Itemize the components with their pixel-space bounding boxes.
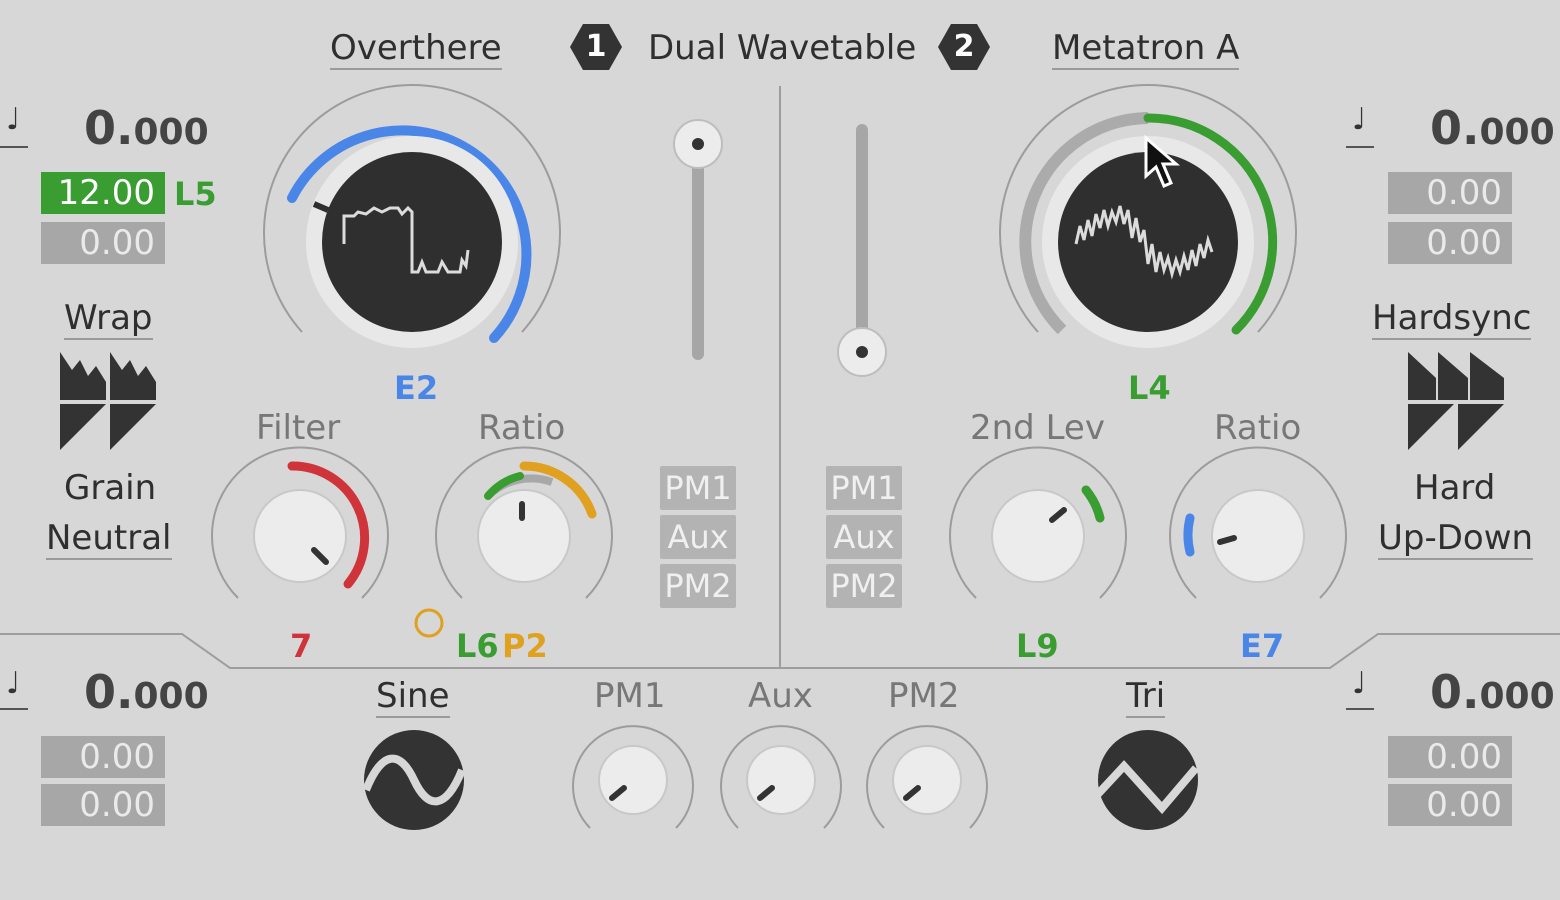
osc1-filter-mod: 7 (290, 627, 313, 665)
note-underline (0, 708, 28, 710)
osc2-value-2[interactable]: 0.00 (1388, 222, 1512, 264)
osc2-phase-offset[interactable]: 0.000 (1430, 102, 1555, 159)
osc2-2nd-lev-knob[interactable] (948, 446, 1128, 628)
osc1-ratio-mod2: P2 (502, 627, 548, 665)
tempo-sync-note-icon-right[interactable]: ♩ (1352, 102, 1366, 137)
osc1-value-1-mod: L5 (174, 175, 217, 213)
osc1-level-slider[interactable] (668, 114, 728, 364)
lfo1-value-2[interactable]: 0.00 (41, 784, 165, 826)
pm1-label: PM1 (594, 676, 666, 716)
osc2-ratio-mod: E7 (1240, 627, 1285, 665)
osc1-sync-mode[interactable]: Wrap (64, 298, 153, 340)
tempo-sync-note-icon-bottom-left[interactable]: ♩ (6, 666, 20, 701)
pm1-knob[interactable] (570, 718, 696, 844)
lfo2-phase-offset-dec: 000 (1479, 676, 1555, 717)
triangle-wave-icon[interactable] (1095, 728, 1200, 832)
osc2-ratio-label: Ratio (1214, 408, 1302, 448)
osc2-route-aux-button[interactable]: Aux (826, 515, 902, 559)
aux-label: Aux (748, 676, 813, 716)
tempo-sync-note-icon[interactable]: ♩ (6, 102, 20, 137)
lfo2-phase-offset-int: 0. (1430, 665, 1480, 719)
osc2-lev-label: 2nd Lev (970, 408, 1105, 448)
lfo1-phase-offset-int: 0. (84, 665, 134, 719)
osc1-wavetable-knob[interactable] (262, 83, 562, 394)
osc1-ratio-circle-icon[interactable] (414, 608, 444, 638)
lfo2-value-2[interactable]: 0.00 (1388, 784, 1512, 826)
osc1-value-2[interactable]: 0.00 (41, 222, 165, 264)
lfo1-phase-offset[interactable]: 0.000 (84, 666, 209, 723)
osc2-phase-offset-dec: 000 (1479, 112, 1555, 153)
osc2-updown-mode[interactable]: Up-Down (1378, 518, 1534, 560)
osc1-ratio-knob[interactable] (434, 446, 614, 628)
osc1-ratio-label: Ratio (478, 408, 566, 448)
osc1-phase-offset-dec: 000 (133, 112, 209, 153)
osc1-filter-knob[interactable] (210, 446, 390, 628)
aux-knob[interactable] (718, 718, 844, 844)
osc1-route-pm2-button[interactable]: PM2 (660, 564, 736, 608)
osc2-sync-mode[interactable]: Hardsync (1372, 298, 1532, 340)
wrap-mode-icon[interactable] (58, 352, 158, 452)
osc2-lev-mod: L9 (1016, 627, 1059, 665)
osc1-ratio-mod1: L6 (456, 627, 499, 665)
lfo1-value-1[interactable]: 0.00 (41, 736, 165, 778)
sub2-wave-label[interactable]: Tri (1126, 676, 1166, 718)
osc1-phase-offset-int: 0. (84, 101, 134, 155)
osc2-value-1[interactable]: 0.00 (1388, 172, 1512, 214)
mouse-cursor-icon (1144, 134, 1181, 188)
pm2-knob[interactable] (864, 718, 990, 844)
note-underline (1346, 146, 1374, 148)
tempo-sync-note-icon-bottom-right[interactable]: ♩ (1352, 666, 1366, 701)
osc1-filter-label: Filter (256, 408, 341, 448)
osc2-route-pm2-button[interactable]: PM2 (826, 564, 902, 608)
osc2-route-pm1-button[interactable]: PM1 (826, 466, 902, 510)
osc2-hard-label: Hard (1414, 468, 1496, 508)
osc1-wavetable-mod: E2 (394, 369, 439, 407)
sine-wave-icon[interactable] (362, 728, 466, 832)
osc1-value-1[interactable]: 12.00 (41, 172, 165, 214)
note-underline (1346, 708, 1374, 710)
osc2-wavetable-mod: L4 (1128, 369, 1171, 407)
lfo1-phase-offset-dec: 000 (133, 676, 209, 717)
osc1-grain-label: Grain (64, 468, 157, 508)
osc2-phase-offset-int: 0. (1430, 101, 1480, 155)
osc1-phase-offset[interactable]: 0.000 (84, 102, 209, 159)
osc1-route-aux-button[interactable]: Aux (660, 515, 736, 559)
osc1-neutral-mode[interactable]: Neutral (46, 518, 172, 560)
note-underline (0, 146, 28, 148)
osc1-route-pm1-button[interactable]: PM1 (660, 466, 736, 510)
osc2-level-slider[interactable] (832, 120, 892, 380)
lfo2-value-1[interactable]: 0.00 (1388, 736, 1512, 778)
hardsync-mode-icon[interactable] (1406, 352, 1506, 452)
sub1-wave-label[interactable]: Sine (376, 676, 450, 718)
lfo2-phase-offset[interactable]: 0.000 (1430, 666, 1555, 723)
pm2-label: PM2 (888, 676, 960, 716)
osc2-ratio-knob[interactable] (1168, 446, 1348, 628)
